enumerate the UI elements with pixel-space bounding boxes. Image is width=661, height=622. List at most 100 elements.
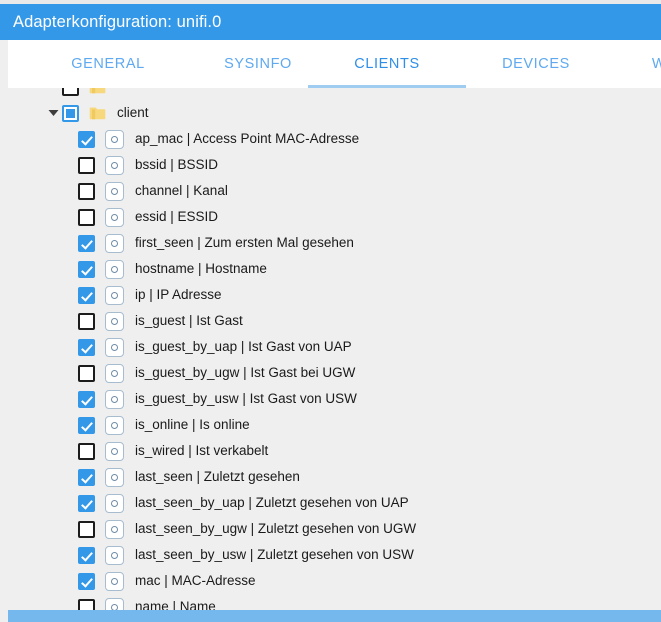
row-label: last_seen_by_usw | Zuletzt gesehen von U… (135, 547, 414, 562)
state-datapoint-icon (105, 181, 124, 201)
row-label: essid | ESSID (135, 209, 219, 224)
row-checkbox[interactable] (78, 286, 95, 304)
row-label: first_seen | Zum ersten Mal gesehen (135, 235, 354, 250)
row-checkbox[interactable] (78, 130, 95, 148)
row-label: ip | IP Adresse (135, 287, 222, 302)
state-datapoint-icon (105, 259, 124, 279)
tab-bar: GENERAL SYSINFO CLIENTS DEVICES W (8, 40, 661, 88)
state-datapoint-icon (105, 389, 124, 409)
state-datapoint-icon (105, 129, 124, 149)
row-label: bssid | BSSID (135, 157, 219, 172)
folder-icon (89, 104, 107, 122)
row-checkbox[interactable] (78, 520, 95, 538)
state-datapoint-icon (105, 415, 124, 435)
horizontal-scrollbar-thumb[interactable] (8, 610, 661, 622)
tree-row[interactable]: essid | ESSID (8, 204, 661, 230)
row-checkbox[interactable] (78, 208, 95, 226)
row-label: last_seen_by_ugw | Zuletzt gesehen von U… (135, 521, 417, 536)
tree-row[interactable]: is_guest_by_ugw | Ist Gast bei UGW (8, 360, 661, 386)
tree-row[interactable]: is_guest_by_usw | Ist Gast von USW (8, 386, 661, 412)
state-datapoint-icon (105, 233, 124, 253)
object-tree-panel[interactable]: client ap_mac | Access Point MAC-Adresse b… (8, 88, 661, 610)
row-checkbox[interactable] (78, 260, 95, 278)
tree-row[interactable]: is_wired | Ist verkabelt (8, 438, 661, 464)
tree-row[interactable]: last_seen | Zuletzt gesehen (8, 464, 661, 490)
row-checkbox[interactable] (78, 416, 95, 434)
state-datapoint-icon (105, 571, 124, 591)
tab-label: SYSINFO (224, 56, 292, 72)
tab-w[interactable]: W (648, 40, 661, 88)
row-checkbox[interactable] (78, 390, 95, 408)
state-datapoint-icon (105, 519, 124, 539)
row-label: ap_mac | Access Point MAC-Adresse (135, 131, 360, 146)
horizontal-scrollbar[interactable] (8, 610, 661, 622)
row-checkbox[interactable] (78, 156, 95, 174)
tree-row[interactable]: hostname | Hostname (8, 256, 661, 282)
tree-row[interactable]: last_seen_by_usw | Zuletzt gesehen von U… (8, 542, 661, 568)
row-label: is_guest_by_usw | Ist Gast von USW (135, 391, 357, 406)
row-checkbox[interactable] (78, 312, 95, 330)
row-label: is_online | Is online (135, 417, 250, 432)
expander-icon[interactable] (44, 100, 62, 126)
tab-devices[interactable]: DEVICES (476, 40, 596, 88)
row-checkbox[interactable] (78, 572, 95, 590)
tab-label: DEVICES (502, 56, 570, 72)
row-checkbox[interactable] (78, 364, 95, 382)
tree-row[interactable]: is_guest | Ist Gast (8, 308, 661, 334)
folder-label: client (117, 105, 149, 120)
row-checkbox[interactable] (78, 234, 95, 252)
row-label: is_guest_by_uap | Ist Gast von UAP (135, 339, 352, 354)
tree-row[interactable]: mac | MAC-Adresse (8, 568, 661, 594)
state-datapoint-icon (105, 597, 124, 610)
row-label: is_wired | Ist verkabelt (135, 443, 269, 458)
row-checkbox[interactable] (78, 598, 95, 610)
tree-row-partial[interactable] (8, 88, 661, 100)
tab-general[interactable]: GENERAL (43, 40, 173, 88)
row-label: last_seen | Zuletzt gesehen (135, 469, 300, 484)
row-checkbox[interactable] (78, 442, 95, 460)
row-label: hostname | Hostname (135, 261, 267, 276)
state-datapoint-icon (105, 155, 124, 175)
tree-row[interactable]: name | Name (8, 594, 661, 610)
tree-row[interactable]: is_guest_by_uap | Ist Gast von UAP (8, 334, 661, 360)
row-label: channel | Kanal (135, 183, 228, 198)
row-checkbox[interactable] (78, 494, 95, 512)
tab-label: GENERAL (71, 56, 145, 72)
row-checkbox[interactable] (78, 468, 95, 486)
dialog-left-edge (0, 40, 8, 622)
tree-row[interactable]: bssid | BSSID (8, 152, 661, 178)
folder-checkbox[interactable] (62, 104, 79, 122)
row-checkbox[interactable] (78, 182, 95, 200)
folder-icon (89, 88, 107, 96)
row-checkbox[interactable] (62, 88, 79, 96)
tree-row[interactable]: channel | Kanal (8, 178, 661, 204)
dialog-title-bar: Adapterkonfiguration: unifi.0 (0, 4, 661, 40)
state-datapoint-icon (105, 337, 124, 357)
tree-row[interactable]: ip | IP Adresse (8, 282, 661, 308)
tree-row[interactable]: is_online | Is online (8, 412, 661, 438)
tree-folder-row-client[interactable]: client (8, 100, 661, 126)
state-datapoint-icon (105, 311, 124, 331)
row-checkbox[interactable] (78, 338, 95, 356)
state-datapoint-icon (105, 467, 124, 487)
state-datapoint-icon (105, 207, 124, 227)
row-label: is_guest_by_ugw | Ist Gast bei UGW (135, 365, 356, 380)
tab-label: CLIENTS (354, 56, 420, 72)
tree-row[interactable]: first_seen | Zum ersten Mal gesehen (8, 230, 661, 256)
tree-row[interactable]: last_seen_by_uap | Zuletzt gesehen von U… (8, 490, 661, 516)
tree-row[interactable]: ap_mac | Access Point MAC-Adresse (8, 126, 661, 152)
tab-label: W (651, 56, 661, 72)
row-label: last_seen_by_uap | Zuletzt gesehen von U… (135, 495, 409, 510)
row-label: is_guest | Ist Gast (135, 313, 243, 328)
dialog-title: Adapterkonfiguration: unifi.0 (13, 12, 222, 31)
state-datapoint-icon (105, 363, 124, 383)
state-datapoint-icon (105, 493, 124, 513)
tab-clients[interactable]: CLIENTS (308, 40, 466, 88)
adapter-configuration-dialog: Adapterkonfiguration: unifi.0 GENERAL SYS… (0, 0, 661, 622)
object-tree: client ap_mac | Access Point MAC-Adresse b… (8, 88, 661, 610)
row-checkbox[interactable] (78, 546, 95, 564)
tree-row[interactable]: last_seen_by_ugw | Zuletzt gesehen von U… (8, 516, 661, 542)
tab-sysinfo[interactable]: SYSINFO (193, 40, 323, 88)
tab-list: GENERAL SYSINFO CLIENTS DEVICES W (8, 40, 661, 88)
expander-icon[interactable] (44, 88, 62, 100)
